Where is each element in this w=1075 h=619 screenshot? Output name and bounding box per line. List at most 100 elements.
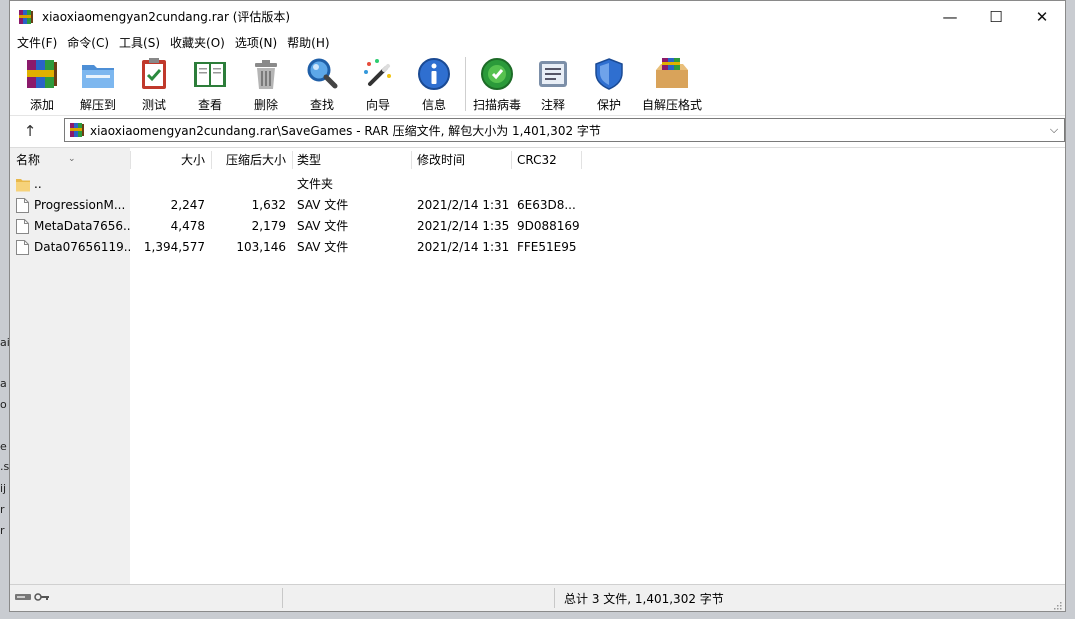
protect-label: 保护 [596,98,621,112]
winrar-window: xiaoxiaomengyan2cundang.rar (评估版本) — ☐ ✕… [9,0,1066,612]
status-bar: 总计 3 文件, 1,401,302 字节 [10,584,1065,611]
clipboard-test-icon [135,55,173,93]
background-window-fragments: ai a o e .s ij r r [0,330,10,537]
file-list-header: 名称 ⌄ 大小 压缩后大小 类型 修改时间 CRC32 [10,148,1065,172]
column-name-label: 名称 [16,153,41,167]
file-type: 文件夹 [297,177,334,191]
resize-grip-icon[interactable] [1052,599,1062,610]
drive-icon[interactable] [14,591,32,605]
sort-descending-icon: ⌄ [68,154,76,164]
file-modified: 2021/2/14 1:35 [417,219,510,233]
maximize-button[interactable]: ☐ [973,1,1019,32]
book-view-icon [191,55,229,93]
view-label: 查看 [197,98,222,112]
column-header-packed[interactable]: 压缩后大小 [212,148,290,172]
menu-tools[interactable]: 工具(S) [114,34,165,51]
file-crc32: 6E63D8... [517,198,576,212]
file-crc32: 9D088169 [517,219,580,233]
file-packed-size: 1,632 [251,198,286,212]
close-button[interactable]: ✕ [1019,1,1065,32]
file-list-area: 名称 ⌄ 大小 压缩后大小 类型 修改时间 CRC32 .. 文件夹 Progr… [10,147,1065,586]
column-header-size[interactable]: 大小 [131,148,209,172]
menu-options[interactable]: 选项(N) [230,34,282,51]
column-separator[interactable] [581,151,582,169]
toolbar-separator [465,57,466,111]
key-icon[interactable] [34,591,50,605]
background-text: o [0,398,7,411]
background-text: e [0,440,7,453]
column-header-name[interactable]: 名称 ⌄ [12,148,130,172]
file-modified [413,174,511,195]
magnifier-icon [303,55,341,93]
comment-icon [534,55,572,93]
wizard-button[interactable]: 向导 [350,52,406,113]
delete-button[interactable]: 删除 [238,52,294,113]
winrar-app-icon [18,9,34,25]
shield-icon [590,55,628,93]
chevron-down-icon[interactable]: ⌵ [1044,123,1064,137]
rar-archive-icon [69,122,85,138]
file-size: 1,394,577 [143,240,205,254]
extract-to-button[interactable]: 解压到 [70,52,126,113]
menu-help[interactable]: 帮助(H) [282,34,334,51]
file-type: SAV 文件 [297,198,349,212]
test-label: 测试 [141,98,166,112]
file-type: SAV 文件 [297,240,349,254]
file-row[interactable]: MetaData7656... 4,478 2,179 SAV 文件 2021/… [10,216,1065,237]
virus-scan-button[interactable]: 扫描病毒 [469,52,525,113]
column-header-modified[interactable]: 修改时间 [413,148,511,172]
comment-button[interactable]: 注释 [525,52,581,113]
file-name: MetaData7656... [34,219,130,233]
add-button[interactable]: 添加 [14,52,70,113]
file-row[interactable]: Data07656119... 1,394,577 103,146 SAV 文件… [10,237,1065,258]
comment-label: 注释 [540,98,565,112]
file-crc32: FFE51E95 [517,240,577,254]
view-button[interactable]: 查看 [182,52,238,113]
find-label: 查找 [309,98,334,112]
title-bar[interactable]: xiaoxiaomengyan2cundang.rar (评估版本) — ☐ ✕ [10,1,1065,32]
file-row[interactable]: ProgressionM... 2,247 1,632 SAV 文件 2021/… [10,195,1065,216]
sfx-label: 自解压格式 [641,98,702,112]
background-text: .s [0,460,10,473]
background-text: r [0,503,5,516]
virus-scan-label: 扫描病毒 [472,98,521,112]
folder-icon [16,177,30,192]
file-type: SAV 文件 [297,219,349,233]
menu-favorites[interactable]: 收藏夹(O) [165,34,230,51]
address-path-combobox[interactable]: xiaoxiaomengyan2cundang.rar\SaveGames - … [64,118,1065,142]
menu-commands[interactable]: 命令(C) [62,34,114,51]
file-name: ProgressionM... [34,198,126,212]
file-size: 2,247 [170,198,205,212]
find-button[interactable]: 查找 [294,52,350,113]
sfx-button[interactable]: 自解压格式 [637,52,707,113]
minimize-button[interactable]: — [927,1,973,32]
wand-icon [359,55,397,93]
extract-to-label: 解压到 [79,98,116,112]
info-label: 信息 [421,98,446,112]
file-packed-size [212,174,290,195]
file-modified: 2021/2/14 1:31 [417,240,510,254]
wizard-label: 向导 [365,98,390,112]
sfx-box-icon [653,55,691,93]
winrar-add-icon [23,55,61,93]
up-folder-button[interactable]: ↑ [10,117,50,145]
delete-label: 删除 [253,98,278,112]
status-drive-icons [10,591,74,605]
column-header-crc32[interactable]: CRC32 [513,148,581,172]
info-button[interactable]: 信息 [406,52,462,113]
column-header-type[interactable]: 类型 [293,148,411,172]
file-size: 4,478 [170,219,205,233]
column-separator[interactable] [411,151,412,169]
folder-extract-icon [79,55,117,93]
protect-button[interactable]: 保护 [581,52,637,113]
file-name: .. [34,177,42,191]
window-title: xiaoxiaomengyan2cundang.rar (评估版本) [42,10,291,24]
add-label: 添加 [29,98,54,112]
file-icon [16,219,29,234]
menu-file[interactable]: 文件(F) [12,34,62,51]
file-row-parent-folder[interactable]: .. 文件夹 [10,174,1065,195]
info-icon [415,55,453,93]
column-separator[interactable] [511,151,512,169]
background-text: a [0,377,7,390]
test-button[interactable]: 测试 [126,52,182,113]
